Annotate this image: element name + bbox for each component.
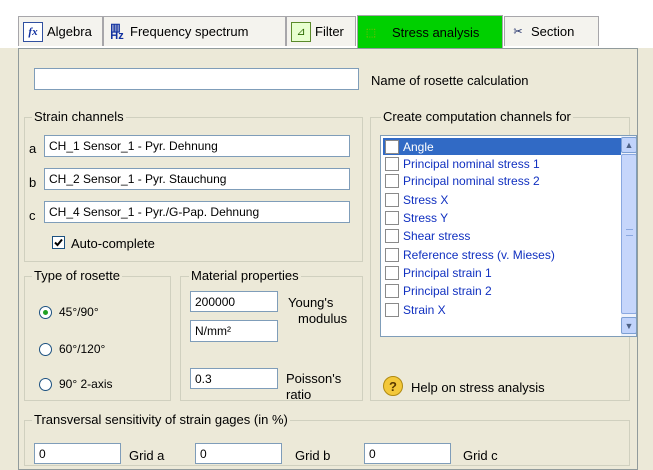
- grip-icon: [626, 229, 633, 236]
- scroll-thumb[interactable]: [621, 154, 636, 314]
- tab-label: Filter: [315, 24, 344, 39]
- list-item-label: Principal strain 2: [403, 283, 492, 298]
- channel-c-letter: c: [29, 208, 36, 223]
- list-item-label: Stress X: [403, 192, 449, 207]
- channel-a-input[interactable]: CH_1 Sensor_1 - Pyr. Dehnung: [44, 135, 350, 157]
- youngs-label: Young's: [288, 295, 334, 310]
- grid-a-label: Grid a: [129, 448, 165, 463]
- list-item-principal-nominal-stress-1[interactable]: Principal nominal stress 1: [383, 155, 621, 172]
- poissons-label: Poisson's: [286, 371, 342, 386]
- rosette-60-120-radio[interactable]: [39, 343, 52, 356]
- tab-section[interactable]: ✂ Section: [504, 16, 599, 46]
- grid-c-input[interactable]: 0: [364, 443, 451, 464]
- list-item-label: Principal nominal stress 2: [403, 173, 540, 188]
- tab-algebra[interactable]: fx Algebra: [18, 16, 103, 46]
- list-item-principal-strain-1[interactable]: Principal strain 1: [383, 264, 621, 281]
- grid-b-label: Grid b: [295, 448, 331, 463]
- tab-frequency-spectrum[interactable]: ▥ Hz Frequency spectrum: [103, 16, 286, 46]
- help-link[interactable]: Help on stress analysis: [411, 380, 545, 395]
- list-item-label: Reference stress (v. Mieses): [403, 247, 555, 262]
- list-item-label: Shear stress: [403, 228, 471, 243]
- channel-c-value: CH_4 Sensor_1 - Pyr./G-Pap. Dehnung: [49, 205, 260, 219]
- list-item-principal-nominal-stress-2[interactable]: Principal nominal stress 2: [383, 172, 621, 189]
- channel-b-letter: b: [29, 175, 37, 190]
- grid-b-value: 0: [200, 446, 207, 461]
- rosette-type-title: Type of rosette: [32, 268, 122, 283]
- unit-input[interactable]: N/mm²: [190, 320, 278, 342]
- tab-filter[interactable]: ⊿ Filter: [286, 16, 356, 46]
- tab-label: Frequency spectrum: [130, 24, 249, 39]
- checkbox-icon[interactable]: [385, 192, 399, 207]
- channel-a-letter: a: [29, 141, 37, 156]
- poisson-ratio-input[interactable]: 0.3: [190, 368, 278, 389]
- check-icon: [54, 238, 63, 247]
- filter-icon: ⊿: [291, 21, 311, 42]
- checkbox-icon[interactable]: [385, 228, 399, 243]
- unit-value: N/mm²: [195, 324, 231, 338]
- grid-c-label: Grid c: [463, 448, 498, 463]
- rosette-name-input[interactable]: [34, 68, 359, 90]
- channel-b-input[interactable]: CH_2 Sensor_1 - Pyr. Stauchung: [44, 168, 350, 190]
- list-item-reference-stress[interactable]: Reference stress (v. Mieses): [383, 246, 621, 263]
- checkbox-icon[interactable]: [385, 265, 399, 280]
- grid-a-value: 0: [39, 446, 46, 461]
- list-item-stress-y[interactable]: Stress Y: [383, 209, 621, 226]
- auto-complete-label: Auto-complete: [71, 236, 155, 251]
- list-item-label: Strain X: [403, 302, 446, 317]
- rosette-90-2axis-label: 90° 2-axis: [59, 377, 113, 391]
- poisson-ratio-value: 0.3: [195, 371, 212, 386]
- strain-channels-title: Strain channels: [32, 109, 126, 124]
- list-scrollbar[interactable]: ▲ ▼: [621, 136, 636, 336]
- list-item-strain-x[interactable]: Strain X: [383, 301, 621, 318]
- grid-b-input[interactable]: 0: [195, 443, 282, 464]
- tab-label: Stress analysis: [392, 24, 480, 40]
- computation-channels-title: Create computation channels for: [381, 109, 573, 124]
- rosette-45-90-label: 45°/90°: [59, 305, 99, 319]
- list-item-label: Angle: [403, 139, 434, 154]
- modulus-label: modulus: [298, 311, 348, 326]
- checkbox-icon[interactable]: [385, 283, 399, 298]
- checkbox-icon[interactable]: [385, 302, 399, 317]
- scroll-up-icon[interactable]: ▲: [621, 137, 636, 153]
- grid-c-value: 0: [369, 446, 376, 461]
- youngs-modulus-value: 200000: [195, 294, 236, 309]
- tab-stress-analysis[interactable]: ⬚ Stress analysis: [357, 15, 503, 48]
- list-item-stress-x[interactable]: Stress X: [383, 191, 621, 208]
- tab-bar: fx Algebra ▥ Hz Frequency spectrum ⊿ Filt…: [0, 0, 653, 48]
- material-properties-title: Material properties: [189, 268, 301, 283]
- rosette-name-label: Name of rosette calculation: [371, 73, 529, 88]
- list-item-label: Stress Y: [403, 210, 449, 225]
- checkbox-icon[interactable]: [385, 156, 399, 171]
- channel-c-input[interactable]: CH_4 Sensor_1 - Pyr./G-Pap. Dehnung: [44, 201, 350, 223]
- transversal-sensitivity-title: Transversal sensitivity of strain gages …: [32, 412, 290, 427]
- tab-label: Section: [531, 24, 575, 39]
- rosette-60-120-label: 60°/120°: [59, 342, 106, 356]
- stress-analysis-icon: ⬚: [365, 26, 377, 39]
- list-item-principal-strain-2[interactable]: Principal strain 2: [383, 282, 621, 299]
- frequency-spectrum-icon: ▥ Hz: [110, 21, 124, 42]
- computation-channels-list[interactable]: Angle Principal nominal stress 1 Princip…: [380, 135, 637, 337]
- section-icon: ✂: [513, 26, 523, 38]
- rosette-45-90-radio[interactable]: [39, 306, 52, 319]
- scroll-down-icon[interactable]: ▼: [621, 317, 636, 334]
- channel-a-value: CH_1 Sensor_1 - Pyr. Dehnung: [49, 139, 218, 153]
- list-item-angle[interactable]: Angle: [383, 138, 621, 155]
- youngs-modulus-input[interactable]: 200000: [190, 291, 278, 312]
- help-icon[interactable]: ?: [383, 376, 403, 396]
- checkbox-icon[interactable]: [385, 173, 399, 188]
- grid-a-input[interactable]: 0: [34, 443, 121, 464]
- list-item-label: Principal strain 1: [403, 265, 492, 280]
- checkbox-icon[interactable]: [385, 139, 399, 154]
- checkbox-icon[interactable]: [385, 210, 399, 225]
- list-item-shear-stress[interactable]: Shear stress: [383, 227, 621, 244]
- auto-complete-checkbox[interactable]: [52, 236, 65, 249]
- checkbox-icon[interactable]: [385, 247, 399, 262]
- channel-b-value: CH_2 Sensor_1 - Pyr. Stauchung: [49, 172, 227, 186]
- rosette-90-2axis-radio[interactable]: [39, 378, 52, 391]
- tab-label: Algebra: [47, 24, 92, 39]
- algebra-icon: fx: [23, 21, 43, 42]
- ratio-label: ratio: [286, 387, 312, 402]
- list-item-label: Principal nominal stress 1: [403, 156, 540, 171]
